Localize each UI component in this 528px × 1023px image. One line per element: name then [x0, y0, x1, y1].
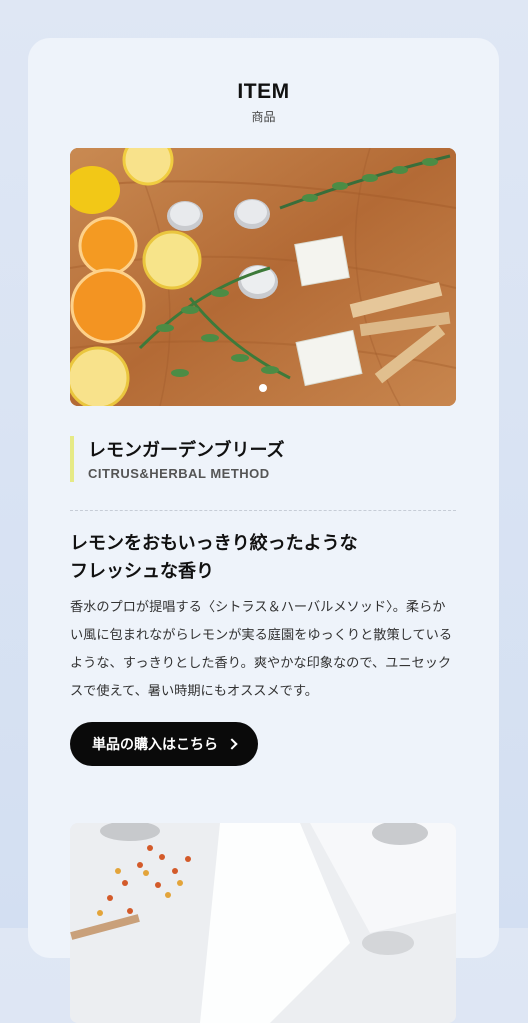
buy-single-button[interactable]: 単品の購入はこちら: [70, 722, 258, 766]
product-image-carousel[interactable]: [70, 148, 456, 406]
buy-button-label: 単品の購入はこちら: [92, 737, 218, 753]
product-photo: [70, 148, 456, 406]
product-name: レモンガーデンブリーズ: [88, 440, 285, 461]
next-product-photo: [70, 823, 456, 1023]
accent-bar: [70, 436, 74, 482]
next-product-image[interactable]: [70, 823, 456, 1023]
product-method: CITRUS&HERBAL METHOD: [88, 466, 270, 481]
dashed-divider: [70, 510, 456, 511]
section-title: ITEM: [237, 80, 290, 103]
product-description: 香水のプロが提唱する〈シトラス＆ハーバルメソッド〉。柔らかい風に包まれながらレモ…: [70, 600, 453, 699]
item-card: ITEM 商品 レモンガーデンブリーズ CITRUS&HERBAL METHOD…: [28, 38, 499, 1023]
carousel-dot-active[interactable]: [259, 384, 267, 392]
catch-line-2: フレッシュな香り: [70, 561, 214, 582]
chevron-right-icon: [226, 738, 238, 750]
product-name-block: レモンガーデンブリーズ CITRUS&HERBAL METHOD: [70, 436, 456, 482]
catch-line-1: レモンをおもいっきり絞ったような: [70, 533, 358, 554]
section-subtitle: 商品: [251, 110, 276, 124]
carousel-indicators: [70, 384, 456, 392]
product-catchphrase: レモンをおもいっきり絞ったような フレッシュな香り: [70, 530, 456, 586]
